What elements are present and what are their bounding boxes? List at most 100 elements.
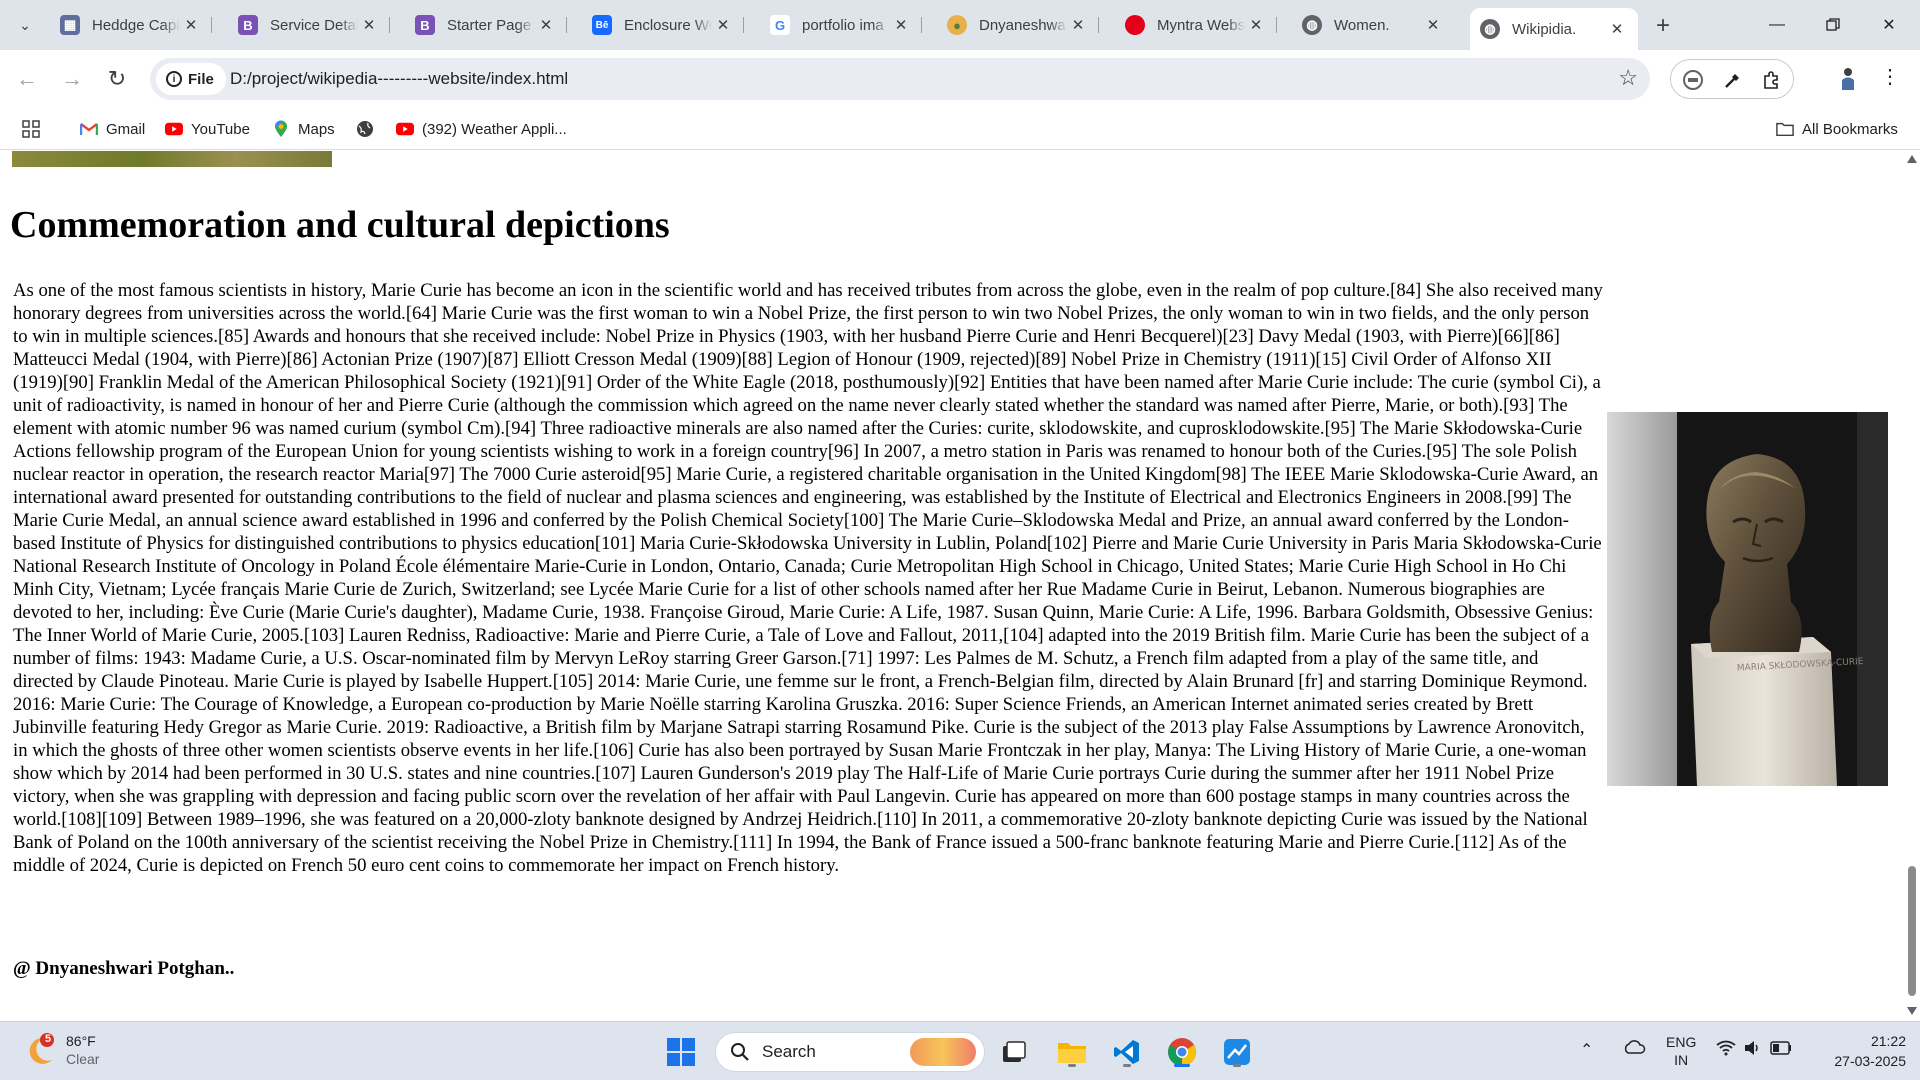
tab-separator [1276, 17, 1277, 33]
weather-widget[interactable]: 5 86°F Clear [22, 1032, 99, 1068]
tab-dnyaneshwar[interactable]: ● Dnyaneshwar ✕ [937, 8, 1099, 42]
file-explorer-button[interactable] [1055, 1035, 1089, 1069]
close-icon[interactable]: ✕ [1606, 18, 1628, 40]
back-button[interactable]: ← [10, 62, 44, 96]
system-clock[interactable]: 21:22 27-03-2025 [1816, 1031, 1906, 1071]
bookmark-star-icon[interactable]: ☆ [1618, 65, 1638, 91]
bookmark-maps[interactable]: Maps [272, 118, 335, 140]
youtube-icon [165, 120, 183, 138]
bootstrap-favicon: B [238, 15, 258, 35]
bookmarks-bar: Gmail YouTube Maps (392) Weather Appli..… [0, 108, 1920, 150]
wifi-icon[interactable] [1716, 1040, 1736, 1059]
eyedropper-icon[interactable] [1721, 68, 1745, 92]
page-scrollbar[interactable] [1904, 151, 1920, 1021]
close-icon[interactable]: ✕ [712, 14, 734, 36]
close-icon[interactable]: ✕ [890, 14, 912, 36]
tab-wikipidia-active[interactable]: ◍ Wikipidia. ✕ [1470, 8, 1638, 50]
tab-title: portfolio ima [802, 16, 884, 34]
arrow-right-icon: → [61, 66, 83, 91]
tab-separator [921, 17, 922, 33]
taskbar-search[interactable]: Search [715, 1032, 985, 1072]
new-tab-button[interactable]: + [1648, 12, 1678, 39]
tab-separator [743, 17, 744, 33]
bookmark-label: Gmail [106, 120, 146, 138]
chrome-button[interactable] [1165, 1035, 1199, 1069]
restore-button[interactable] [1810, 10, 1856, 40]
search-highlight-icon [910, 1038, 976, 1066]
weather-text: 86°F Clear [66, 1032, 99, 1068]
tab-search-button[interactable]: ⌄ [10, 12, 40, 38]
tab-women[interactable]: ◍ Women. ✕ [1292, 8, 1454, 42]
clock-time: 21:22 [1870, 1033, 1906, 1049]
article-paragraph: As one of the most famous scientists in … [13, 280, 1603, 876]
close-icon[interactable]: ✕ [1245, 14, 1267, 36]
tab-title: Service Detai [270, 16, 358, 34]
tab-myntra[interactable]: Myntra Webs ✕ [1115, 8, 1277, 42]
tab-service-detail[interactable]: B Service Detai ✕ [228, 8, 390, 42]
folder-icon [1776, 120, 1794, 138]
close-icon[interactable]: ✕ [180, 14, 202, 36]
windows-start-icon [667, 1038, 695, 1066]
scroll-up-arrow[interactable] [1907, 155, 1917, 163]
globe-icon [356, 120, 374, 138]
bookmark-label: YouTube [191, 120, 250, 138]
scroll-down-arrow[interactable] [1907, 1007, 1917, 1015]
tab-enclosure[interactable]: Bē Enclosure We ✕ [582, 8, 744, 42]
forward-button[interactable]: → [55, 62, 89, 96]
close-icon[interactable]: ✕ [535, 14, 557, 36]
apps-grid-button[interactable] [22, 118, 40, 140]
reload-button[interactable]: ↻ [100, 62, 134, 96]
more-options-icon[interactable]: ⋮ [1880, 64, 1900, 89]
scrollbar-thumb[interactable] [1908, 866, 1916, 996]
globe-favicon: ◍ [1302, 15, 1322, 35]
all-bookmarks-button[interactable]: All Bookmarks [1776, 118, 1898, 140]
vscode-button[interactable] [1110, 1035, 1144, 1069]
language-code: ENG [1666, 1034, 1697, 1050]
close-icon[interactable]: ✕ [1067, 14, 1089, 36]
tab-portfolio[interactable]: G portfolio ima ✕ [760, 8, 922, 42]
address-bar[interactable]: i File D:/project/wikipedia---------webs… [150, 58, 1650, 100]
tab-separator [211, 17, 212, 33]
weather-condition: Clear [66, 1051, 100, 1067]
bookmark-weather-app[interactable]: (392) Weather Appli... [396, 118, 567, 140]
close-window-button[interactable]: ✕ [1866, 10, 1912, 40]
bookmark-globe[interactable] [356, 118, 382, 140]
start-button[interactable] [664, 1035, 698, 1069]
behance-favicon: Bē [592, 15, 612, 35]
scheme-label: File [188, 70, 214, 88]
pinned-app-button[interactable] [1220, 1035, 1254, 1069]
language-indicator[interactable]: ENG IN [1666, 1033, 1696, 1069]
tab-heddge[interactable]: ▦ Heddge Capi ✕ [50, 8, 212, 42]
profile-favicon: ● [947, 15, 967, 35]
task-view-button[interactable] [997, 1035, 1031, 1069]
restore-icon [1826, 18, 1840, 31]
tab-starter-page[interactable]: B Starter Page ✕ [405, 8, 567, 42]
section-heading: Commemoration and cultural depictions [10, 204, 670, 246]
battery-icon[interactable] [1770, 1041, 1792, 1058]
tab-separator [566, 17, 567, 33]
minimize-button[interactable]: — [1754, 10, 1800, 40]
chevron-up-icon[interactable]: ⌃ [1580, 1040, 1593, 1060]
site-info-chip[interactable]: i File [156, 63, 226, 95]
windows-taskbar: 5 86°F Clear Search ⌃ ENG IN 21:22 27-03… [0, 1021, 1920, 1080]
moon-weather-icon: 5 [22, 1032, 58, 1068]
maps-icon [272, 120, 290, 138]
bookmark-gmail[interactable]: Gmail [80, 118, 145, 140]
chrome-icon [1168, 1038, 1196, 1066]
tab-title: Myntra Webs [1157, 16, 1245, 34]
gmail-icon [80, 120, 98, 138]
extension-blocker-icon[interactable] [1681, 68, 1705, 92]
active-indicator [1174, 1064, 1190, 1067]
tab-separator [1098, 17, 1099, 33]
close-icon[interactable]: ✕ [358, 14, 380, 36]
bookmark-youtube[interactable]: YouTube [165, 118, 250, 140]
volume-icon[interactable] [1744, 1040, 1762, 1059]
weather-badge: 5 [44, 1033, 52, 1045]
bootstrap-favicon: B [415, 15, 435, 35]
onedrive-icon[interactable] [1622, 1039, 1646, 1058]
extensions-puzzle-icon[interactable] [1759, 68, 1783, 92]
url-text[interactable]: D:/project/wikipedia---------website/ind… [230, 69, 568, 89]
search-placeholder: Search [762, 1042, 816, 1061]
profile-avatar[interactable] [1836, 64, 1860, 94]
close-icon[interactable]: ✕ [1422, 14, 1444, 36]
